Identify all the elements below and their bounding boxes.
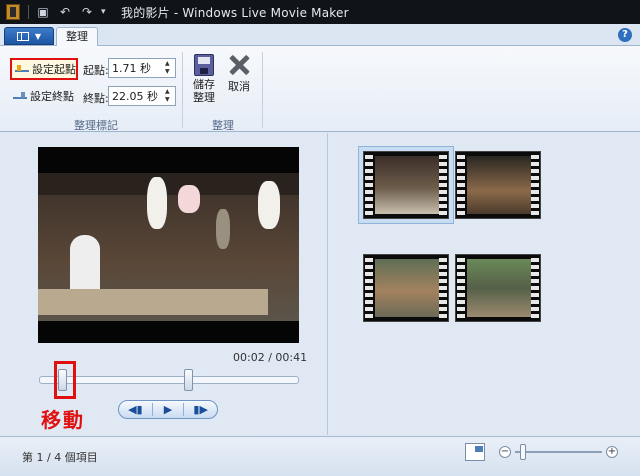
storyboard-clip[interactable] xyxy=(363,254,449,322)
ribbon-group-separator xyxy=(182,52,183,128)
zoom-out-icon[interactable]: − xyxy=(499,446,511,458)
cancel-label: 取消 xyxy=(228,80,250,93)
storyboard-clip[interactable] xyxy=(455,151,541,219)
quick-access-dropdown-icon[interactable]: ▾ xyxy=(101,4,111,20)
clip-thumbnail xyxy=(467,259,531,317)
title-bar: ▣ ↶ ↷ ▾ 我的影片 - Windows Live Movie Maker xyxy=(0,0,640,24)
cancel-button[interactable]: 取消 xyxy=(222,54,256,94)
app-menu-button[interactable]: ▼ xyxy=(4,27,54,45)
end-point-field[interactable]: 22.05 秒 ▲ ▼ xyxy=(108,86,176,106)
clip-thumbnail xyxy=(375,156,439,214)
timecode: 00:02 / 00:41 xyxy=(233,351,308,364)
next-frame-icon[interactable]: ▮▶ xyxy=(184,403,217,416)
clip-thumbnail xyxy=(375,259,439,317)
set-start-icon xyxy=(15,64,29,74)
start-point-label: 起點: xyxy=(83,64,109,77)
start-point-value: 1.71 秒 xyxy=(112,62,151,75)
end-point-value: 22.05 秒 xyxy=(112,90,158,103)
save-quick-icon[interactable]: ▣ xyxy=(35,4,51,20)
end-point-label: 終點: xyxy=(83,92,109,105)
storyboard-clip[interactable] xyxy=(455,254,541,322)
play-icon[interactable]: ▶ xyxy=(151,403,185,416)
save-trim-label: 儲存 整理 xyxy=(193,78,215,104)
trim-slider-track[interactable] xyxy=(39,376,299,384)
clip-thumbnail xyxy=(467,156,531,214)
save-trim-icon xyxy=(194,54,214,76)
tab-edit[interactable]: 整理 xyxy=(56,27,98,47)
zoom-in-icon[interactable]: + xyxy=(606,446,618,458)
window-title: 我的影片 - Windows Live Movie Maker xyxy=(121,5,349,20)
trim-end-handle[interactable] xyxy=(184,369,193,391)
app-icon[interactable] xyxy=(6,4,20,20)
thumbnail-size-icon[interactable] xyxy=(465,443,485,461)
trim-group-label: 整理 xyxy=(212,119,234,132)
item-counter: 第 1 / 4 個項目 xyxy=(22,451,98,464)
zoom-slider-handle[interactable] xyxy=(520,444,526,460)
trim-tools-group-label: 整理標記 xyxy=(74,119,118,132)
annotation-highlight xyxy=(54,361,76,399)
help-icon[interactable]: ? xyxy=(618,28,632,42)
app-menu-icon xyxy=(16,31,29,41)
cancel-icon xyxy=(228,54,250,76)
save-trim-button[interactable]: 儲存 整理 xyxy=(187,54,221,104)
set-start-label: 設定起點 xyxy=(32,63,76,76)
spinner-icon[interactable]: ▲ ▼ xyxy=(165,88,173,104)
set-end-point-button[interactable]: 設定終點 xyxy=(12,86,78,106)
set-end-icon xyxy=(13,91,27,101)
undo-icon[interactable]: ↶ xyxy=(57,4,73,20)
ribbon-tab-row: ▼ 整理 ? xyxy=(0,24,640,47)
video-preview[interactable] xyxy=(38,147,299,343)
zoom-slider-track[interactable] xyxy=(515,451,602,453)
annotation-label: 移動 xyxy=(41,408,85,432)
set-start-point-button[interactable]: 設定起點 xyxy=(10,58,78,80)
start-point-field[interactable]: 1.71 秒 ▲ ▼ xyxy=(108,58,176,78)
storyboard-clip[interactable] xyxy=(363,151,449,219)
redo-icon[interactable]: ↷ xyxy=(79,4,95,20)
spinner-icon[interactable]: ▲ ▼ xyxy=(165,60,173,76)
previous-frame-icon[interactable]: ◀▮ xyxy=(119,403,152,416)
set-end-label: 設定終點 xyxy=(30,90,74,103)
quick-access-separator xyxy=(28,5,29,19)
chevron-down-icon: ▼ xyxy=(34,31,42,41)
pane-separator[interactable] xyxy=(327,133,328,435)
ribbon-group-separator xyxy=(262,52,263,128)
playback-controls: ◀▮ ▶ ▮▶ xyxy=(118,400,218,419)
